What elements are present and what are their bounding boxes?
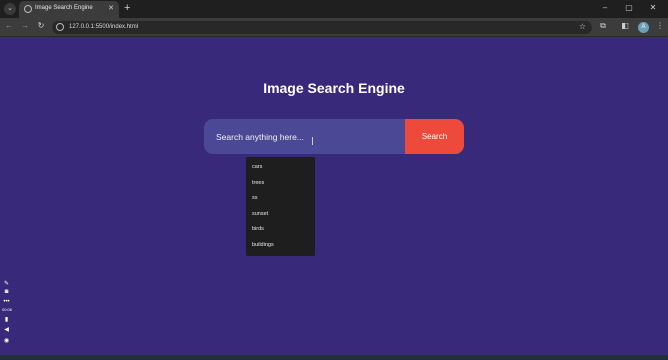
favicon-icon bbox=[24, 5, 32, 13]
suggestion-item[interactable]: trees bbox=[246, 176, 315, 192]
minimize-icon[interactable]: – bbox=[598, 3, 612, 12]
close-icon[interactable]: ✕ bbox=[108, 4, 114, 12]
star-icon[interactable]: ☆ bbox=[579, 22, 586, 31]
more-icon[interactable]: ••• bbox=[2, 299, 11, 305]
search-form: Search bbox=[204, 119, 464, 154]
forward-icon[interactable]: → bbox=[20, 21, 30, 30]
browser-tab[interactable]: Image Search Engine ✕ bbox=[19, 1, 119, 18]
menu-icon[interactable]: ⋮ bbox=[655, 21, 665, 30]
suggestion-item[interactable]: buildings bbox=[246, 238, 315, 254]
side-panel-icon[interactable]: ◧ bbox=[620, 21, 630, 30]
search-input[interactable] bbox=[204, 119, 405, 154]
maximize-icon[interactable]: ▢ bbox=[622, 3, 636, 12]
suggestion-item[interactable]: sunset bbox=[246, 207, 315, 223]
url-text: 127.0.0.1:5500/index.html bbox=[69, 24, 139, 30]
recorder-toolbar: ✎ ◙ ••• 00:06 ▮ ◀ ◉ bbox=[0, 280, 12, 360]
address-bar[interactable]: 127.0.0.1:5500/index.html ☆ bbox=[52, 21, 592, 34]
site-info-icon[interactable] bbox=[56, 23, 64, 31]
pen-icon[interactable]: ✎ bbox=[2, 280, 11, 287]
camera-icon[interactable]: ◙ bbox=[2, 289, 11, 295]
webcam-icon[interactable]: ◉ bbox=[2, 337, 11, 344]
suggestion-item[interactable]: ss bbox=[246, 191, 315, 207]
speaker-icon[interactable]: ◀ bbox=[2, 326, 11, 333]
back-icon[interactable]: ← bbox=[4, 21, 14, 30]
page-title: Image Search Engine bbox=[263, 80, 405, 96]
tab-strip: ⌄ Image Search Engine ✕ + – ▢ ✕ bbox=[0, 0, 668, 18]
tab-title: Image Search Engine bbox=[35, 5, 93, 11]
search-button[interactable]: Search bbox=[405, 119, 464, 154]
suggestion-item[interactable]: birds bbox=[246, 222, 315, 238]
browser-toolbar: ← → ↻ 127.0.0.1:5500/index.html ☆ ⧉ ◧ A … bbox=[0, 18, 668, 37]
tab-search-icon[interactable]: ⌄ bbox=[4, 3, 16, 15]
recording-timer: 00:06 bbox=[2, 307, 13, 312]
new-tab-icon[interactable]: + bbox=[124, 2, 130, 14]
extensions-icon[interactable]: ⧉ bbox=[598, 21, 608, 31]
suggestions-dropdown: cars trees ss sunset birds buildings bbox=[246, 157, 315, 256]
suggestion-item[interactable]: cars bbox=[246, 160, 315, 176]
microphone-icon[interactable]: ▮ bbox=[2, 316, 11, 323]
reload-icon[interactable]: ↻ bbox=[36, 21, 46, 30]
text-cursor bbox=[312, 137, 313, 145]
window-close-icon[interactable]: ✕ bbox=[646, 3, 660, 12]
taskbar bbox=[0, 355, 668, 360]
avatar[interactable]: A bbox=[638, 22, 649, 33]
